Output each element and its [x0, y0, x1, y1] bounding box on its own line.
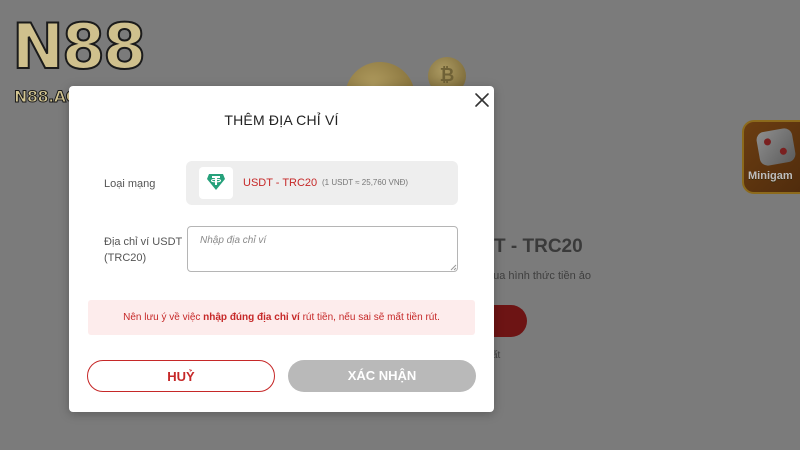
- warning-prefix: Nên lưu ý về việc: [123, 312, 204, 323]
- warning-emphasis: nhập đúng địa chỉ ví: [203, 312, 300, 323]
- add-wallet-modal: THÊM ĐỊA CHỈ VÍ Loại mạng USDT - TRC20 (…: [69, 86, 494, 412]
- warning-suffix: rút tiền, nếu sai sẽ mất tiền rút.: [299, 312, 440, 323]
- warning-message: Nên lưu ý về việc nhập đúng địa chỉ ví r…: [88, 300, 475, 335]
- background-network-title: T - TRC20: [494, 236, 583, 257]
- network-selector[interactable]: USDT - TRC20 (1 USDT ≈ 25,760 VNĐ): [186, 161, 458, 205]
- cancel-button[interactable]: HUỶ: [87, 360, 275, 392]
- close-icon[interactable]: [472, 90, 492, 110]
- coin-symbol: ₿: [439, 65, 455, 86]
- minigame-label: Minigam: [748, 170, 793, 182]
- network-label: Loại mạng: [104, 178, 156, 190]
- background-subtitle: qua hình thức tiền ảo: [487, 270, 591, 282]
- wallet-address-input[interactable]: [187, 226, 458, 272]
- network-name: USDT - TRC20: [243, 177, 318, 189]
- modal-title: THÊM ĐỊA CHỈ VÍ: [224, 112, 339, 128]
- resize-grip-icon[interactable]: [450, 264, 457, 271]
- tether-icon: [199, 167, 233, 199]
- confirm-button[interactable]: XÁC NHẬN: [288, 360, 476, 392]
- exchange-rate: (1 USDT ≈ 25,760 VNĐ): [322, 178, 409, 187]
- dice-icon: [755, 127, 797, 167]
- wallet-address-label: Địa chỉ ví USDT (TRC20): [104, 236, 183, 264]
- logo-main-text: N88: [11, 10, 147, 83]
- minigame-button[interactable]: Minigam: [742, 120, 800, 194]
